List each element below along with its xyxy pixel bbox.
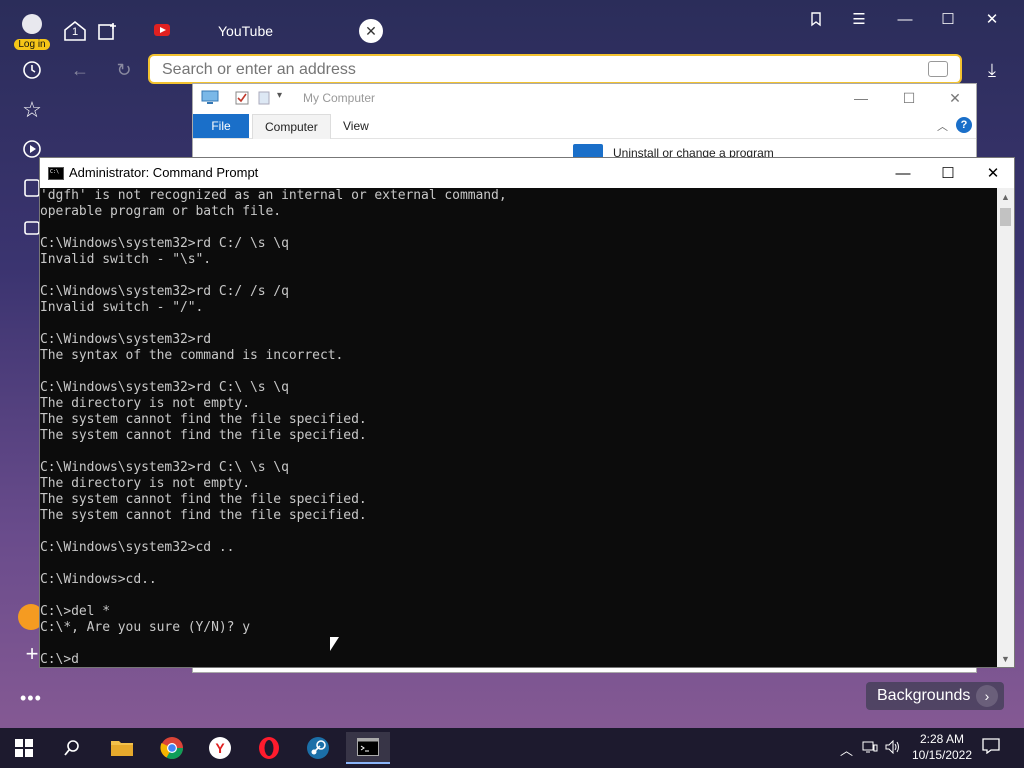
taskbar-opera[interactable]	[253, 732, 285, 764]
backgrounds-label: Backgrounds	[877, 687, 971, 704]
history-icon[interactable]	[20, 58, 44, 82]
explorer-titlebar: ▾ My Computer — ☐ ✕	[193, 84, 976, 112]
taskbar-yandex[interactable]: Y	[204, 732, 236, 764]
network-icon[interactable]	[862, 740, 878, 757]
close-tab-button[interactable]: ✕	[359, 19, 383, 43]
scroll-down-icon[interactable]: ▼	[997, 650, 1014, 667]
taskbar-steam[interactable]	[302, 732, 334, 764]
cmd-console[interactable]: 'dgfh' is not recognized as an internal …	[40, 188, 998, 667]
steam-icon	[307, 737, 329, 759]
taskbar: Y ︿ 2:28 AM 10/15/2022	[0, 728, 1024, 768]
address-input[interactable]	[160, 59, 924, 81]
back-icon[interactable]: ←	[68, 58, 92, 82]
explorer-close-button[interactable]: ✕	[935, 87, 975, 109]
download-icon[interactable]: ⤓	[980, 58, 1004, 82]
scroll-thumb[interactable]	[1000, 208, 1011, 226]
explorer-ribbon-tabs: File Computer View ︿ ?	[193, 114, 976, 139]
opera-icon	[259, 737, 279, 759]
svg-text:Y: Y	[215, 740, 225, 756]
tab-computer[interactable]: Computer	[252, 114, 331, 139]
tab-file[interactable]: File	[193, 114, 249, 138]
browser-toolbar: Log in 1 YouTube ✕ ☰ — ☐ ✕ ← ↻ ⤓	[0, 0, 1024, 92]
youtube-icon	[154, 24, 170, 36]
tab-count: 1	[71, 26, 79, 38]
chevron-right-icon: ›	[976, 685, 998, 707]
tab-count-button[interactable]: 1	[60, 16, 90, 46]
minimize-button[interactable]: —	[890, 8, 920, 30]
user-icon	[22, 14, 42, 34]
cmd-scrollbar[interactable]: ▲ ▼	[997, 188, 1014, 667]
search-button[interactable]	[56, 732, 88, 764]
close-window-button[interactable]: ✕	[977, 8, 1007, 30]
clock-date: 10/15/2022	[911, 748, 973, 762]
windows-logo-icon	[15, 739, 33, 757]
cmd-icon	[48, 167, 64, 180]
cmd-title: Administrator: Command Prompt	[69, 165, 259, 180]
tab-youtube[interactable]: YouTube	[140, 14, 340, 48]
more-options-icon[interactable]: •••	[20, 688, 42, 709]
quick-access-dropdown-icon[interactable]: ▾	[277, 90, 282, 101]
yandex-icon: Y	[209, 737, 231, 759]
folder-icon	[111, 741, 133, 756]
start-button[interactable]	[8, 732, 40, 764]
login-button[interactable]: Log in	[14, 14, 50, 52]
backgrounds-button[interactable]: Backgrounds ›	[866, 682, 1004, 710]
command-prompt-window: Administrator: Command Prompt — ☐ ✕ 'dgf…	[39, 157, 1015, 668]
explorer-maximize-button[interactable]: ☐	[889, 87, 929, 109]
search-icon	[64, 740, 79, 756]
ribbon-collapse-icon[interactable]: ︿	[937, 118, 948, 134]
cmd-taskbar-icon	[357, 738, 379, 756]
cmd-close-button[interactable]: ✕	[970, 158, 1016, 188]
bookmarks-icon[interactable]	[801, 8, 831, 30]
computer-icon	[201, 90, 219, 104]
explorer-minimize-button[interactable]: —	[841, 87, 881, 109]
login-label: Log in	[14, 39, 50, 50]
taskbar-command-prompt[interactable]	[346, 732, 390, 764]
cmd-output-text: 'dgfh' is not recognized as an internal …	[40, 188, 507, 667]
explorer-title: My Computer	[303, 91, 376, 105]
clock-time: 2:28 AM	[919, 732, 965, 746]
chrome-icon	[160, 737, 183, 759]
maximize-button[interactable]: ☐	[933, 8, 963, 30]
scroll-up-icon[interactable]: ▲	[997, 188, 1014, 205]
cmd-minimize-button[interactable]: —	[880, 158, 926, 188]
notifications-icon[interactable]	[982, 738, 1000, 757]
address-bar[interactable]	[148, 54, 962, 84]
system-clock[interactable]: 2:28 AM 10/15/2022	[906, 731, 978, 763]
help-icon[interactable]: ?	[956, 117, 972, 133]
new-tab-button[interactable]	[93, 16, 123, 46]
menu-icon[interactable]: ☰	[844, 8, 874, 30]
new-tab-icon	[98, 23, 116, 40]
taskbar-file-explorer[interactable]	[106, 732, 138, 764]
cmd-titlebar: Administrator: Command Prompt — ☐ ✕	[40, 158, 1014, 188]
favorites-icon[interactable]: ☆	[18, 96, 46, 124]
properties-icon	[235, 91, 249, 105]
tab-title: YouTube	[218, 23, 274, 39]
cmd-maximize-button[interactable]: ☐	[925, 158, 971, 188]
reload-icon[interactable]: ↻	[112, 58, 136, 82]
tab-view[interactable]: View	[331, 114, 381, 138]
camera-search-icon[interactable]	[928, 61, 948, 77]
mouse-pointer-icon	[330, 637, 339, 651]
taskbar-chrome[interactable]	[156, 732, 188, 764]
tray-overflow-icon[interactable]: ︿	[840, 740, 853, 759]
volume-icon[interactable]	[885, 739, 901, 757]
new-folder-icon	[258, 91, 270, 105]
